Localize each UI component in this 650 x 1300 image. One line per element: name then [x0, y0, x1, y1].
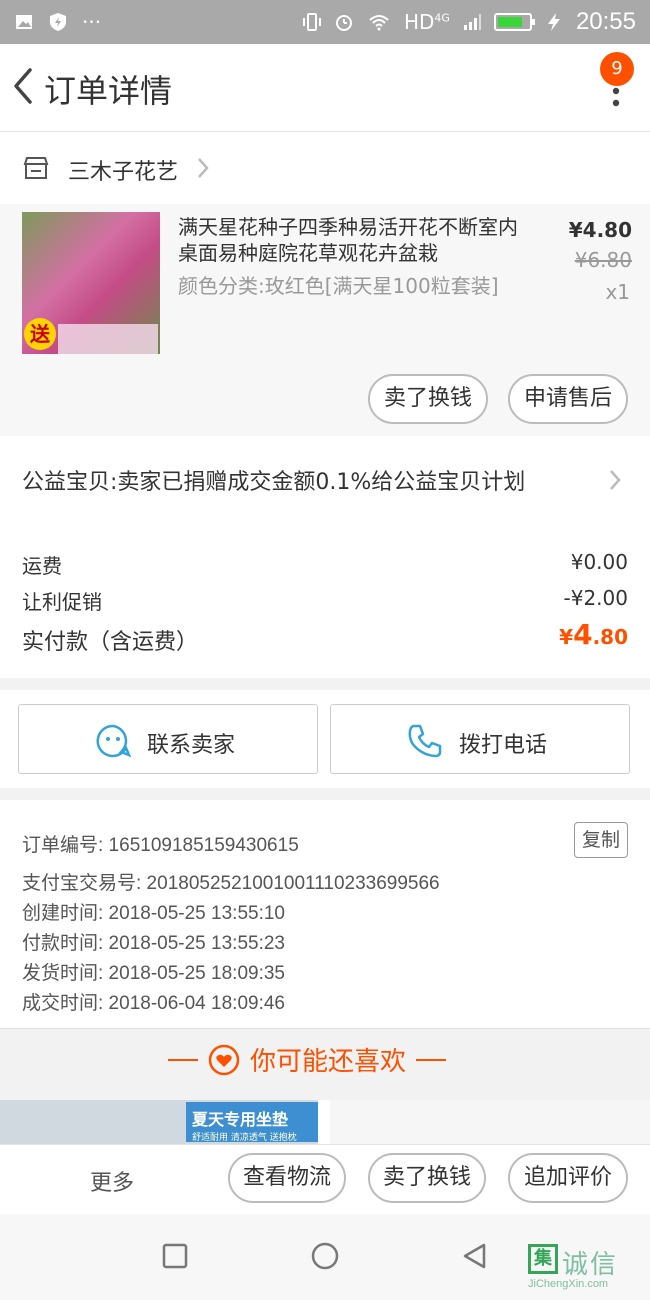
status-bar: ··· HD4G 20:55 — [0, 0, 650, 44]
discount-label: 让利促销 — [22, 590, 102, 614]
vibrate-icon — [302, 13, 321, 31]
product-thumbnail[interactable]: 送 — [22, 212, 160, 354]
sell-button[interactable]: 卖了换钱 — [368, 1153, 486, 1203]
wifi-icon — [369, 15, 389, 31]
bottom-action-bar: 更多 查看物流 卖了换钱 追加评价 — [0, 1144, 650, 1214]
shipping-label: 运费 — [22, 554, 62, 578]
total-int: 4 — [573, 618, 593, 651]
store-icon — [23, 157, 49, 179]
back-icon[interactable] — [8, 64, 38, 108]
price-current: ¥4.80 — [568, 218, 632, 242]
chevron-right-icon — [198, 158, 209, 178]
charity-text: 公益宝贝:卖家已捐赠成交金额0.1%给公益宝贝计划 — [22, 470, 526, 495]
alarm-icon — [335, 15, 352, 31]
total-currency: ¥ — [559, 625, 574, 649]
order-info: 订单编号: 165109185159430615 复制 支付宝交易号: 2018… — [0, 800, 650, 1028]
recommend-card[interactable]: 夏天专用坐垫 舒适耐用 清凉透气 送抱枕 — [0, 1100, 318, 1144]
page-title: 订单详情 — [44, 72, 173, 110]
copy-button[interactable]: 复制 — [574, 822, 628, 858]
network-label: HD4G — [403, 10, 450, 34]
network-sub-label: 4G — [434, 11, 450, 25]
signal-icon — [463, 14, 481, 30]
battery-icon — [493, 13, 535, 31]
shipping-value: ¥0.00 — [570, 550, 628, 574]
contact-seller-label: 联系卖家 — [147, 733, 236, 758]
divider-left — [168, 1058, 198, 1061]
promo-banner: 夏天专用坐垫 舒适耐用 清凉透气 送抱枕 — [186, 1102, 318, 1143]
created-time: 创建时间: 2018-05-25 13:55:10 — [22, 903, 285, 924]
gift-badge: 送 — [24, 318, 56, 350]
promo-subtitle: 舒适耐用 清凉透气 送抱枕 — [192, 1133, 297, 1143]
total-value: ¥4.80 — [559, 618, 628, 651]
shield-icon — [50, 13, 66, 31]
contact-row: 联系卖家 拨打电话 — [0, 690, 650, 788]
chevron-right-icon — [610, 470, 621, 490]
add-review-button[interactable]: 追加评价 — [508, 1153, 628, 1203]
order-item[interactable]: 送 满天星花种子四季种易活开花不断室内桌面易种庭院花草观花卉盆栽 颜色分类:玫红… — [0, 204, 650, 436]
divider-right — [416, 1058, 447, 1061]
paid-time: 付款时间: 2018-05-25 13:55:23 — [22, 933, 285, 954]
charging-icon — [547, 13, 560, 31]
quantity: x1 — [605, 280, 630, 304]
total-dec: .80 — [592, 625, 628, 649]
charity-row[interactable]: 公益宝贝:卖家已捐赠成交金额0.1%给公益宝贝计划 — [0, 436, 650, 520]
home-icon[interactable] — [310, 1241, 340, 1271]
shop-name: 三木子花艺 — [68, 160, 179, 185]
system-nav-bar: 集 诚信 JiChengXin.com — [0, 1214, 650, 1300]
recommend-title: 你可能还喜欢 — [250, 1047, 407, 1077]
recommend-title-group: 你可能还喜欢 — [168, 1041, 447, 1078]
more-button[interactable]: 更多 — [90, 1165, 134, 1197]
price-original: ¥6.80 — [574, 248, 632, 272]
status-time: 20:55 — [575, 8, 636, 35]
message-badge[interactable]: 9 — [600, 52, 634, 86]
recent-apps-icon[interactable] — [160, 1241, 190, 1271]
watermark-text: 诚信 — [562, 1250, 619, 1280]
alipay-trade-number: 支付宝交易号: 2018052521001001110233699566 — [22, 873, 440, 894]
view-logistics-button[interactable]: 查看物流 — [228, 1153, 346, 1203]
promo-title: 夏天专用坐垫 — [192, 1110, 289, 1129]
navbar: 订单详情 9 — [0, 44, 650, 132]
status-left-icons: ··· — [14, 10, 101, 34]
watermark-box: 集 — [528, 1244, 558, 1274]
contact-seller-button[interactable]: 联系卖家 — [18, 704, 318, 774]
recommend-header: 你可能还喜欢 — [0, 1028, 650, 1090]
recommend-list: 夏天专用坐垫 舒适耐用 清凉透气 送抱枕 — [0, 1100, 650, 1144]
discount-value: -¥2.00 — [563, 586, 628, 610]
product-sku: 颜色分类:玫红色[满天星100粒套装] — [178, 274, 499, 298]
heart-icon — [208, 1044, 240, 1075]
product-title: 满天星花种子四季种易活开花不断室内桌面易种庭院花草观花卉盆栽 — [178, 215, 518, 265]
call-phone-button[interactable]: 拨打电话 — [330, 704, 630, 774]
status-right-icons: HD4G 20:55 — [302, 8, 636, 36]
gallery-icon — [16, 15, 32, 29]
fee-summary: 运费 ¥0.00 让利促销 -¥2.00 实付款（含运费） ¥4.80 — [0, 520, 650, 678]
watermark-url: JiChengXin.com — [528, 1278, 609, 1290]
sell-button[interactable]: 卖了换钱 — [368, 374, 488, 424]
shop-row[interactable]: 三木子花艺 — [0, 132, 650, 204]
completed-time: 成交时间: 2018-06-04 18:09:46 — [22, 993, 285, 1014]
after-sale-button[interactable]: 申请售后 — [508, 374, 628, 424]
recommend-card[interactable] — [330, 1100, 650, 1144]
product-pots-graphic — [58, 324, 158, 354]
call-phone-label: 拨打电话 — [459, 733, 548, 758]
order-number: 订单编号: 165109185159430615 — [22, 835, 299, 856]
shipped-time: 发货时间: 2018-05-25 18:09:35 — [22, 963, 285, 984]
phone-icon — [408, 724, 442, 758]
more-notifications-icon: ··· — [82, 10, 102, 34]
back-nav-icon[interactable] — [460, 1241, 490, 1271]
total-label: 实付款（含运费） — [22, 630, 199, 655]
watermark-logo: 集 诚信 JiChengXin.com — [528, 1244, 646, 1296]
chat-icon — [96, 724, 131, 758]
